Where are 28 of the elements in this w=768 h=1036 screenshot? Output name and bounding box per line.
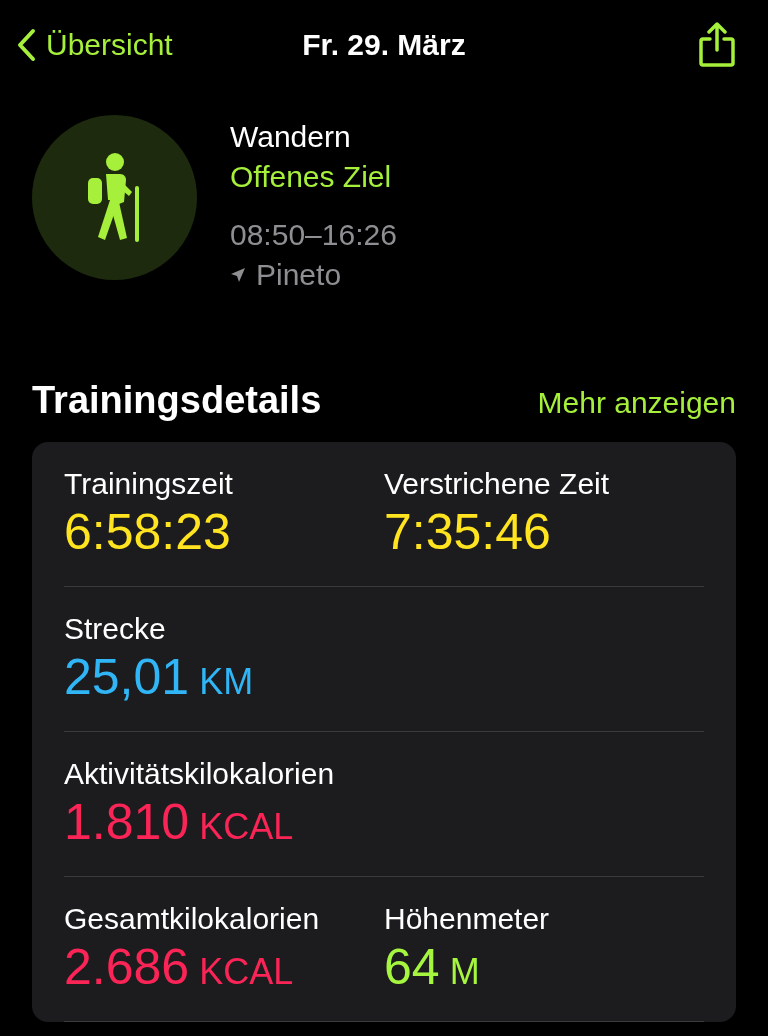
metric-unit: M (449, 950, 480, 994)
chevron-left-icon (16, 28, 36, 62)
metric-label: Trainingszeit (64, 466, 234, 502)
metric-value: 1.810 (64, 793, 190, 852)
metric-unit: KCAL (199, 950, 294, 994)
back-link[interactable]: Übersicht (16, 28, 173, 62)
metric-value: 6:58:23 (64, 503, 231, 562)
metric-value: 7:35:46 (384, 503, 551, 562)
metric-label: Strecke (64, 611, 167, 647)
location-arrow-icon (230, 267, 246, 283)
time-range: 08:50–16:26 (230, 217, 397, 253)
metric-label: Verstrichene Zeit (384, 466, 611, 502)
metric-label: Aktivitätskilokalorien (64, 756, 336, 792)
metric-value: 25,01 (64, 648, 190, 707)
share-button[interactable] (698, 22, 736, 68)
page-title: Fr. 29. März (302, 28, 466, 61)
section-title: Trainingsdetails (32, 379, 322, 422)
metric-unit: KCAL (199, 805, 294, 849)
metric-value: 64 (384, 938, 440, 997)
share-icon (698, 22, 736, 68)
metric-label: Höhenmeter (384, 901, 551, 937)
workout-goal: Offenes Ziel (230, 159, 392, 195)
metric-value: 2.686 (64, 938, 190, 997)
location: Pineto (256, 257, 342, 293)
workout-type: Wandern (230, 119, 351, 155)
show-more-link[interactable]: Mehr anzeigen (537, 386, 736, 420)
metric-label: Gesamtkilokalorien (64, 901, 321, 937)
metric-unit: KM (199, 660, 254, 704)
